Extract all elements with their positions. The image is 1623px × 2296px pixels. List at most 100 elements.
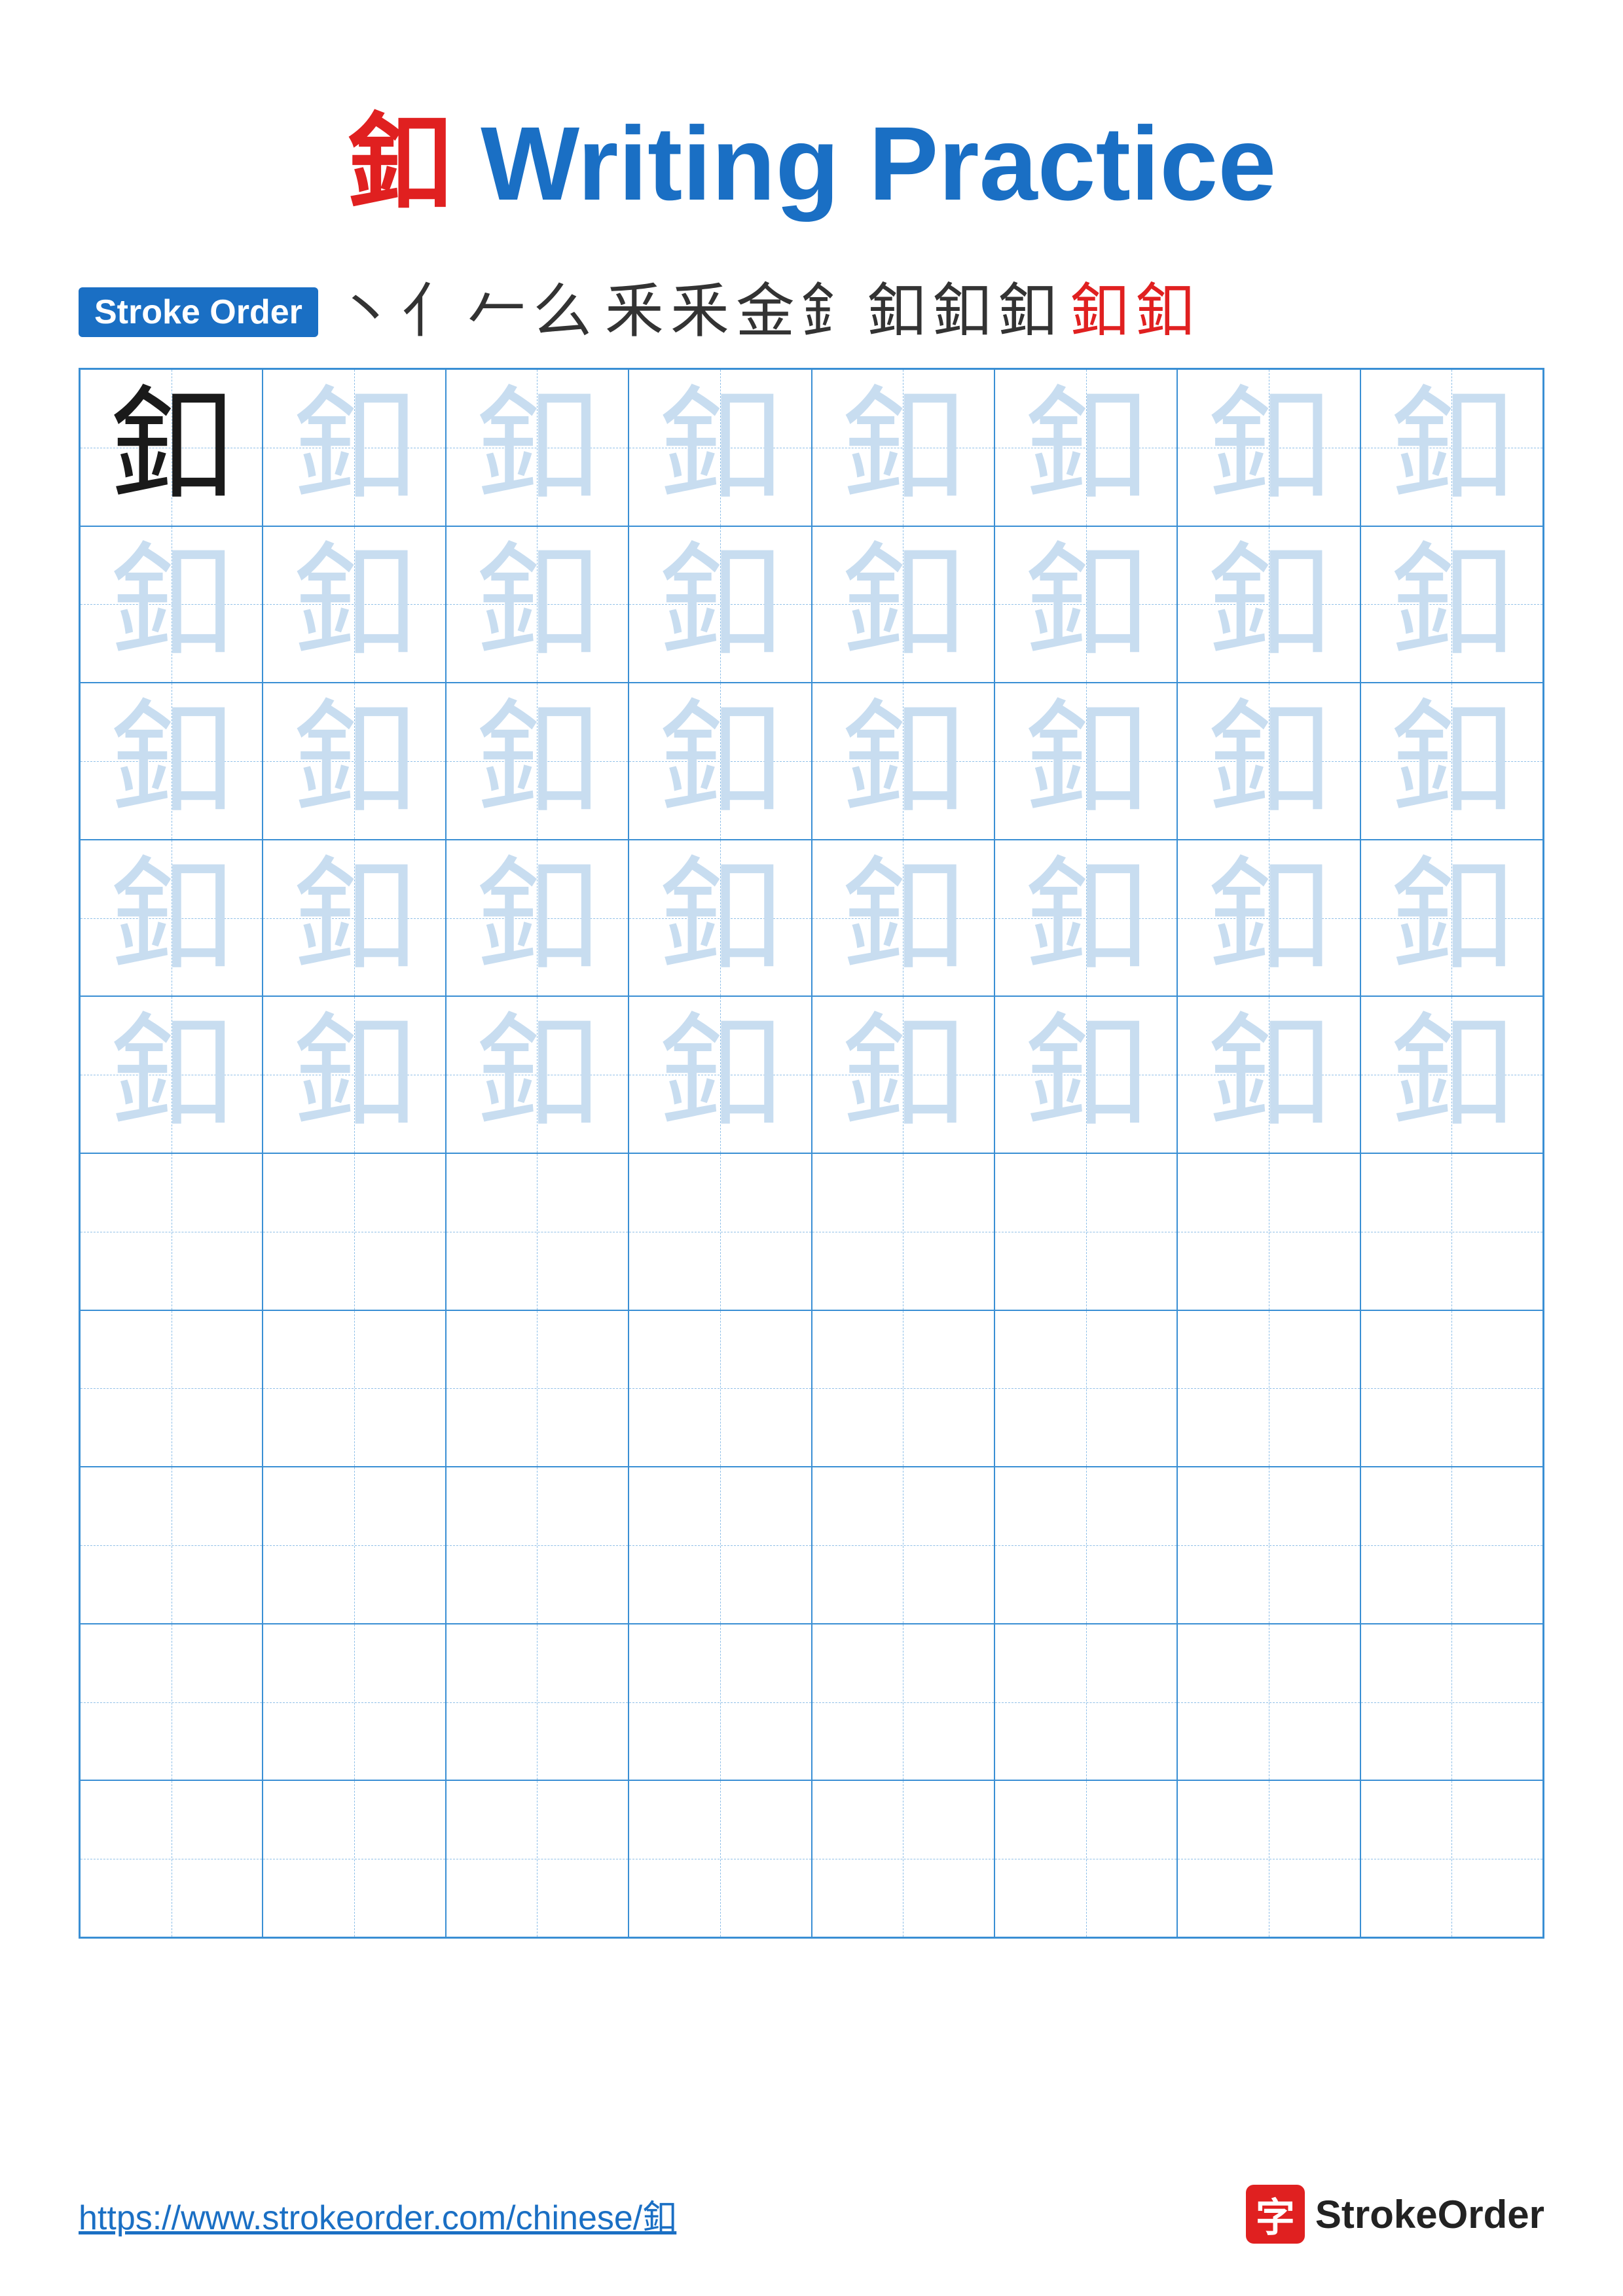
cell-r5-c1[interactable]: 釦 [80,996,263,1153]
cell-r6-c6[interactable] [994,1153,1177,1310]
char-r5-c3: 釦 [475,1013,599,1137]
cell-r1-c4[interactable]: 釦 [629,369,811,526]
cell-r8-c8[interactable] [1360,1467,1543,1624]
cell-r6-c7[interactable] [1177,1153,1360,1310]
cell-r4-c1[interactable]: 釦 [80,840,263,997]
cell-r5-c3[interactable]: 釦 [446,996,629,1153]
stroke-12: 釦 [998,283,1057,342]
cell-r10-c5[interactable] [812,1780,994,1937]
cell-r8-c1[interactable] [80,1467,263,1624]
cell-r10-c4[interactable] [629,1780,811,1937]
cell-r6-c3[interactable] [446,1153,629,1310]
char-r5-c1: 釦 [109,1013,234,1137]
char-r4-c3: 釦 [475,856,599,980]
cell-r1-c8[interactable]: 釦 [1360,369,1543,526]
cell-r4-c5[interactable]: 釦 [812,840,994,997]
cell-r4-c4[interactable]: 釦 [629,840,811,997]
stroke-14: 釦 [1135,283,1194,342]
cell-r4-c7[interactable]: 釦 [1177,840,1360,997]
cell-r8-c6[interactable] [994,1467,1177,1624]
cell-r9-c6[interactable] [994,1624,1177,1781]
footer-url[interactable]: https://www.strokeorder.com/chinese/釦 [79,2190,676,2239]
cell-r2-c6[interactable]: 釦 [994,526,1177,683]
cell-r6-c8[interactable] [1360,1153,1543,1310]
cell-r8-c4[interactable] [629,1467,811,1624]
cell-r3-c1[interactable]: 釦 [80,683,263,840]
cell-r3-c3[interactable]: 釦 [446,683,629,840]
cell-r1-c2[interactable]: 釦 [263,369,445,526]
cell-r1-c7[interactable]: 釦 [1177,369,1360,526]
cell-r7-c6[interactable] [994,1310,1177,1467]
cell-r9-c8[interactable] [1360,1624,1543,1781]
cell-r2-c4[interactable]: 釦 [629,526,811,683]
cell-r9-c3[interactable] [446,1624,629,1781]
cell-r7-c8[interactable] [1360,1310,1543,1467]
cell-r2-c2[interactable]: 釦 [263,526,445,683]
char-r5-c8: 釦 [1389,1013,1514,1137]
stroke-4: 么 [533,283,592,342]
cell-r3-c4[interactable]: 釦 [629,683,811,840]
cell-r6-c5[interactable] [812,1153,994,1310]
char-r1-c6: 釦 [1024,386,1148,510]
cell-r5-c7[interactable]: 釦 [1177,996,1360,1153]
cell-r9-c1[interactable] [80,1624,263,1781]
cell-r10-c6[interactable] [994,1780,1177,1937]
cell-r4-c2[interactable]: 釦 [263,840,445,997]
cell-r2-c5[interactable]: 釦 [812,526,994,683]
cell-r5-c8[interactable]: 釦 [1360,996,1543,1153]
cell-r9-c5[interactable] [812,1624,994,1781]
cell-r6-c4[interactable] [629,1153,811,1310]
cell-r3-c5[interactable]: 釦 [812,683,994,840]
cell-r8-c5[interactable] [812,1467,994,1624]
cell-r7-c2[interactable] [263,1310,445,1467]
title-label: Writing Practice [481,105,1276,222]
cell-r10-c3[interactable] [446,1780,629,1937]
cell-r9-c4[interactable] [629,1624,811,1781]
stroke-7: 釆 [670,283,729,342]
cell-r8-c7[interactable] [1177,1467,1360,1624]
cell-r3-c2[interactable]: 釦 [263,683,445,840]
char-r4-c6: 釦 [1024,856,1148,980]
cell-r4-c8[interactable]: 釦 [1360,840,1543,997]
cell-r10-c2[interactable] [263,1780,445,1937]
stroke-13: 釦 [1070,283,1129,342]
cell-r4-c3[interactable]: 釦 [446,840,629,997]
cell-r2-c8[interactable]: 釦 [1360,526,1543,683]
cell-r10-c1[interactable] [80,1780,263,1937]
cell-r3-c7[interactable]: 釦 [1177,683,1360,840]
cell-r1-c5[interactable]: 釦 [812,369,994,526]
cell-r7-c5[interactable] [812,1310,994,1467]
title-char: 釦 [347,106,452,223]
cell-r5-c4[interactable]: 釦 [629,996,811,1153]
cell-r6-c2[interactable] [263,1153,445,1310]
cell-r4-c6[interactable]: 釦 [994,840,1177,997]
cell-r2-c1[interactable]: 釦 [80,526,263,683]
cell-r2-c3[interactable]: 釦 [446,526,629,683]
cell-r10-c7[interactable] [1177,1780,1360,1937]
cell-r3-c8[interactable]: 釦 [1360,683,1543,840]
cell-r7-c4[interactable] [629,1310,811,1467]
cell-r5-c2[interactable]: 釦 [263,996,445,1153]
cell-r9-c2[interactable] [263,1624,445,1781]
char-r1-c1: 釦 [109,386,234,510]
cell-r6-c1[interactable] [80,1153,263,1310]
stroke-order-badge: Stroke Order [79,287,318,337]
cell-r5-c6[interactable]: 釦 [994,996,1177,1153]
cell-r9-c7[interactable] [1177,1624,1360,1781]
cell-r8-c2[interactable] [263,1467,445,1624]
char-r1-c8: 釦 [1389,386,1514,510]
cell-r1-c3[interactable]: 釦 [446,369,629,526]
cell-r8-c3[interactable] [446,1467,629,1624]
cell-r1-c6[interactable]: 釦 [994,369,1177,526]
cell-r10-c8[interactable] [1360,1780,1543,1937]
cell-r3-c6[interactable]: 釦 [994,683,1177,840]
cell-r7-c7[interactable] [1177,1310,1360,1467]
cell-r7-c1[interactable] [80,1310,263,1467]
cell-r7-c3[interactable] [446,1310,629,1467]
footer: https://www.strokeorder.com/chinese/釦 字 … [79,2185,1544,2244]
char-r1-c3: 釦 [475,386,599,510]
cell-r1-c1[interactable]: 釦 [80,369,263,526]
cell-r5-c5[interactable]: 釦 [812,996,994,1153]
cell-r2-c7[interactable]: 釦 [1177,526,1360,683]
char-r3-c5: 釦 [841,699,965,823]
